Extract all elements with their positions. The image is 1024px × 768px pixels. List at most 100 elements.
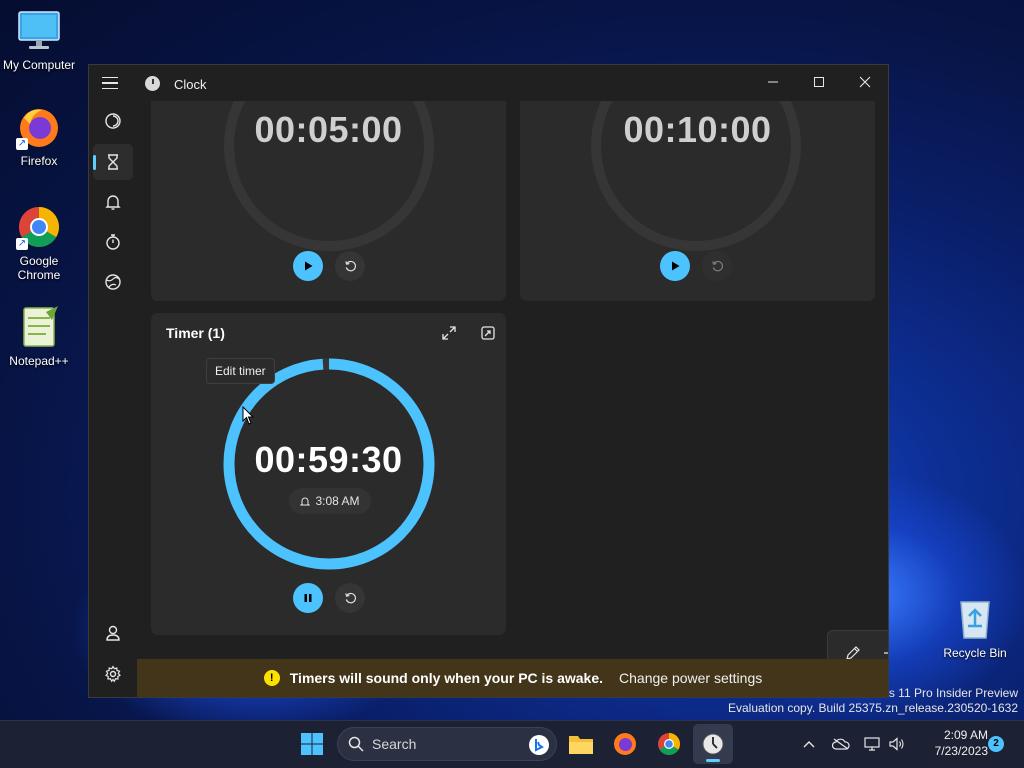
taskbar-search-box[interactable]: Search: [337, 727, 557, 761]
recycle-bin-icon: [952, 596, 998, 642]
warning-icon: !: [263, 670, 280, 686]
system-date: 7/23/2023: [934, 744, 988, 758]
close-button[interactable]: [842, 65, 888, 99]
minimize-icon: [768, 81, 778, 83]
watermark-line: Evaluation copy. Build 25375.zn_release.…: [728, 701, 1018, 715]
alarm-time-badge: 3:08 AM: [289, 488, 371, 514]
nav-settings[interactable]: [93, 656, 133, 692]
hamburger-menu-icon[interactable]: [102, 74, 122, 92]
mouse-cursor-icon: [242, 406, 255, 425]
title-bar[interactable]: Clock: [89, 65, 888, 101]
volume-icon: [889, 737, 904, 751]
alarm-time: 3:08 AM: [315, 494, 360, 508]
timer-card[interactable]: 00:10:00: [520, 101, 875, 301]
bing-icon[interactable]: [528, 734, 550, 756]
desktop-icon-firefox[interactable]: ↗ Firefox: [0, 104, 78, 168]
system-clock[interactable]: 2:09 AM 7/23/2023: [912, 727, 988, 759]
plus-icon: [884, 652, 888, 654]
desktop-icon-label: Firefox: [20, 154, 58, 168]
close-icon: [859, 76, 871, 88]
focus-sessions-icon: [105, 113, 121, 129]
navigation-rail: [89, 101, 137, 697]
maximize-icon: [814, 77, 824, 87]
start-timer-button[interactable]: [660, 251, 690, 281]
network-tray[interactable]: [861, 720, 883, 768]
gear-icon: [105, 665, 121, 683]
timer-grid: 00:05:00 00:10:00 Timer (1) 00:59:30 3:0…: [137, 101, 888, 659]
chrome-icon: ↗: [16, 204, 62, 250]
account-icon: [106, 625, 120, 641]
taskbar-chrome[interactable]: [649, 724, 689, 764]
timer-card[interactable]: 00:05:00: [151, 101, 506, 301]
clock-app-icon: [702, 733, 724, 755]
desktop-icon-notepadpp[interactable]: Notepad++: [0, 304, 78, 368]
nav-stopwatch[interactable]: [93, 224, 133, 260]
minimize-button[interactable]: [750, 65, 796, 99]
desktop-icon-my-computer[interactable]: My Computer: [0, 8, 78, 72]
edit-timer-tooltip: Edit timer: [206, 358, 275, 384]
nav-focus-sessions[interactable]: [93, 103, 133, 139]
expand-button[interactable]: [439, 323, 459, 343]
reset-timer-button[interactable]: [335, 583, 365, 613]
timer-time: 00:10:00: [623, 109, 772, 150]
timer-time: 00:05:00: [254, 109, 403, 150]
pause-timer-button[interactable]: [293, 583, 323, 613]
folder-icon: [569, 736, 593, 754]
change-power-settings-link[interactable]: Change power settings: [619, 670, 762, 686]
network-icon: [864, 737, 880, 751]
taskbar-firefox[interactable]: [605, 724, 645, 764]
pencil-icon: [846, 646, 860, 659]
bell-icon: [105, 195, 121, 210]
timer-title: Timer (1): [166, 325, 225, 341]
windows-logo-icon: [301, 733, 323, 755]
desktop-icon-label: Notepad++: [9, 354, 69, 368]
reset-timer-button[interactable]: [702, 251, 732, 281]
power-warning-infobar: ! Timers will sound only when your PC is…: [137, 659, 888, 697]
timer-actions-bar: [827, 630, 888, 659]
shortcut-arrow-icon: ↗: [16, 238, 28, 250]
notepadpp-icon: [16, 304, 62, 350]
show-hidden-icons-button[interactable]: [798, 720, 820, 768]
chevron-up-icon: [803, 741, 815, 748]
taskbar-clock[interactable]: [693, 724, 733, 764]
start-timer-button[interactable]: [293, 251, 323, 281]
keep-on-top-button[interactable]: [478, 323, 498, 343]
edit-timers-button[interactable]: [836, 636, 870, 659]
cloud-offline-icon: [832, 738, 850, 750]
clock-window: Clock 00:05:00 00:10:00 Timer (1) 00:59:…: [88, 64, 889, 698]
reset-icon: [344, 592, 356, 603]
start-button[interactable]: [292, 724, 332, 764]
nav-account[interactable]: [93, 615, 133, 651]
search-icon: [348, 736, 364, 752]
desktop-icon-recycle-bin[interactable]: Recycle Bin: [936, 596, 1014, 660]
keep-on-top-icon: [481, 326, 495, 340]
hourglass-icon: [108, 154, 118, 170]
play-icon: [305, 261, 313, 271]
pause-icon: [304, 594, 312, 602]
search-placeholder: Search: [372, 736, 417, 752]
shortcut-arrow-icon: ↗: [16, 138, 28, 150]
reset-timer-button[interactable]: [335, 251, 365, 281]
desktop-icon-label: Google Chrome: [17, 254, 61, 282]
add-timer-button[interactable]: [873, 636, 888, 659]
bell-icon: [300, 497, 311, 505]
infobar-message: Timers will sound only when your PC is a…: [289, 670, 604, 686]
onedrive-tray[interactable]: [830, 720, 852, 768]
timer-card-active[interactable]: Timer (1) 00:59:30 3:08 AM Edit timer: [151, 313, 506, 635]
desktop-icon-chrome[interactable]: ↗ Google Chrome: [0, 204, 78, 282]
notification-badge[interactable]: 2: [988, 736, 1004, 752]
reset-icon: [344, 260, 356, 271]
taskbar-file-explorer[interactable]: [561, 724, 601, 764]
volume-tray[interactable]: [886, 720, 908, 768]
globe-icon: [105, 274, 121, 290]
maximize-button[interactable]: [796, 65, 842, 99]
timer-time: 00:59:30: [254, 439, 403, 480]
nav-alarm[interactable]: [93, 184, 133, 220]
nav-timer[interactable]: [93, 144, 133, 180]
clock-app-logo-icon: [145, 76, 160, 91]
firefox-icon: [614, 733, 636, 755]
stopwatch-icon: [106, 234, 120, 250]
system-time: 2:09 AM: [943, 728, 988, 742]
nav-world-clock[interactable]: [93, 264, 133, 300]
window-title: Clock: [174, 77, 207, 92]
